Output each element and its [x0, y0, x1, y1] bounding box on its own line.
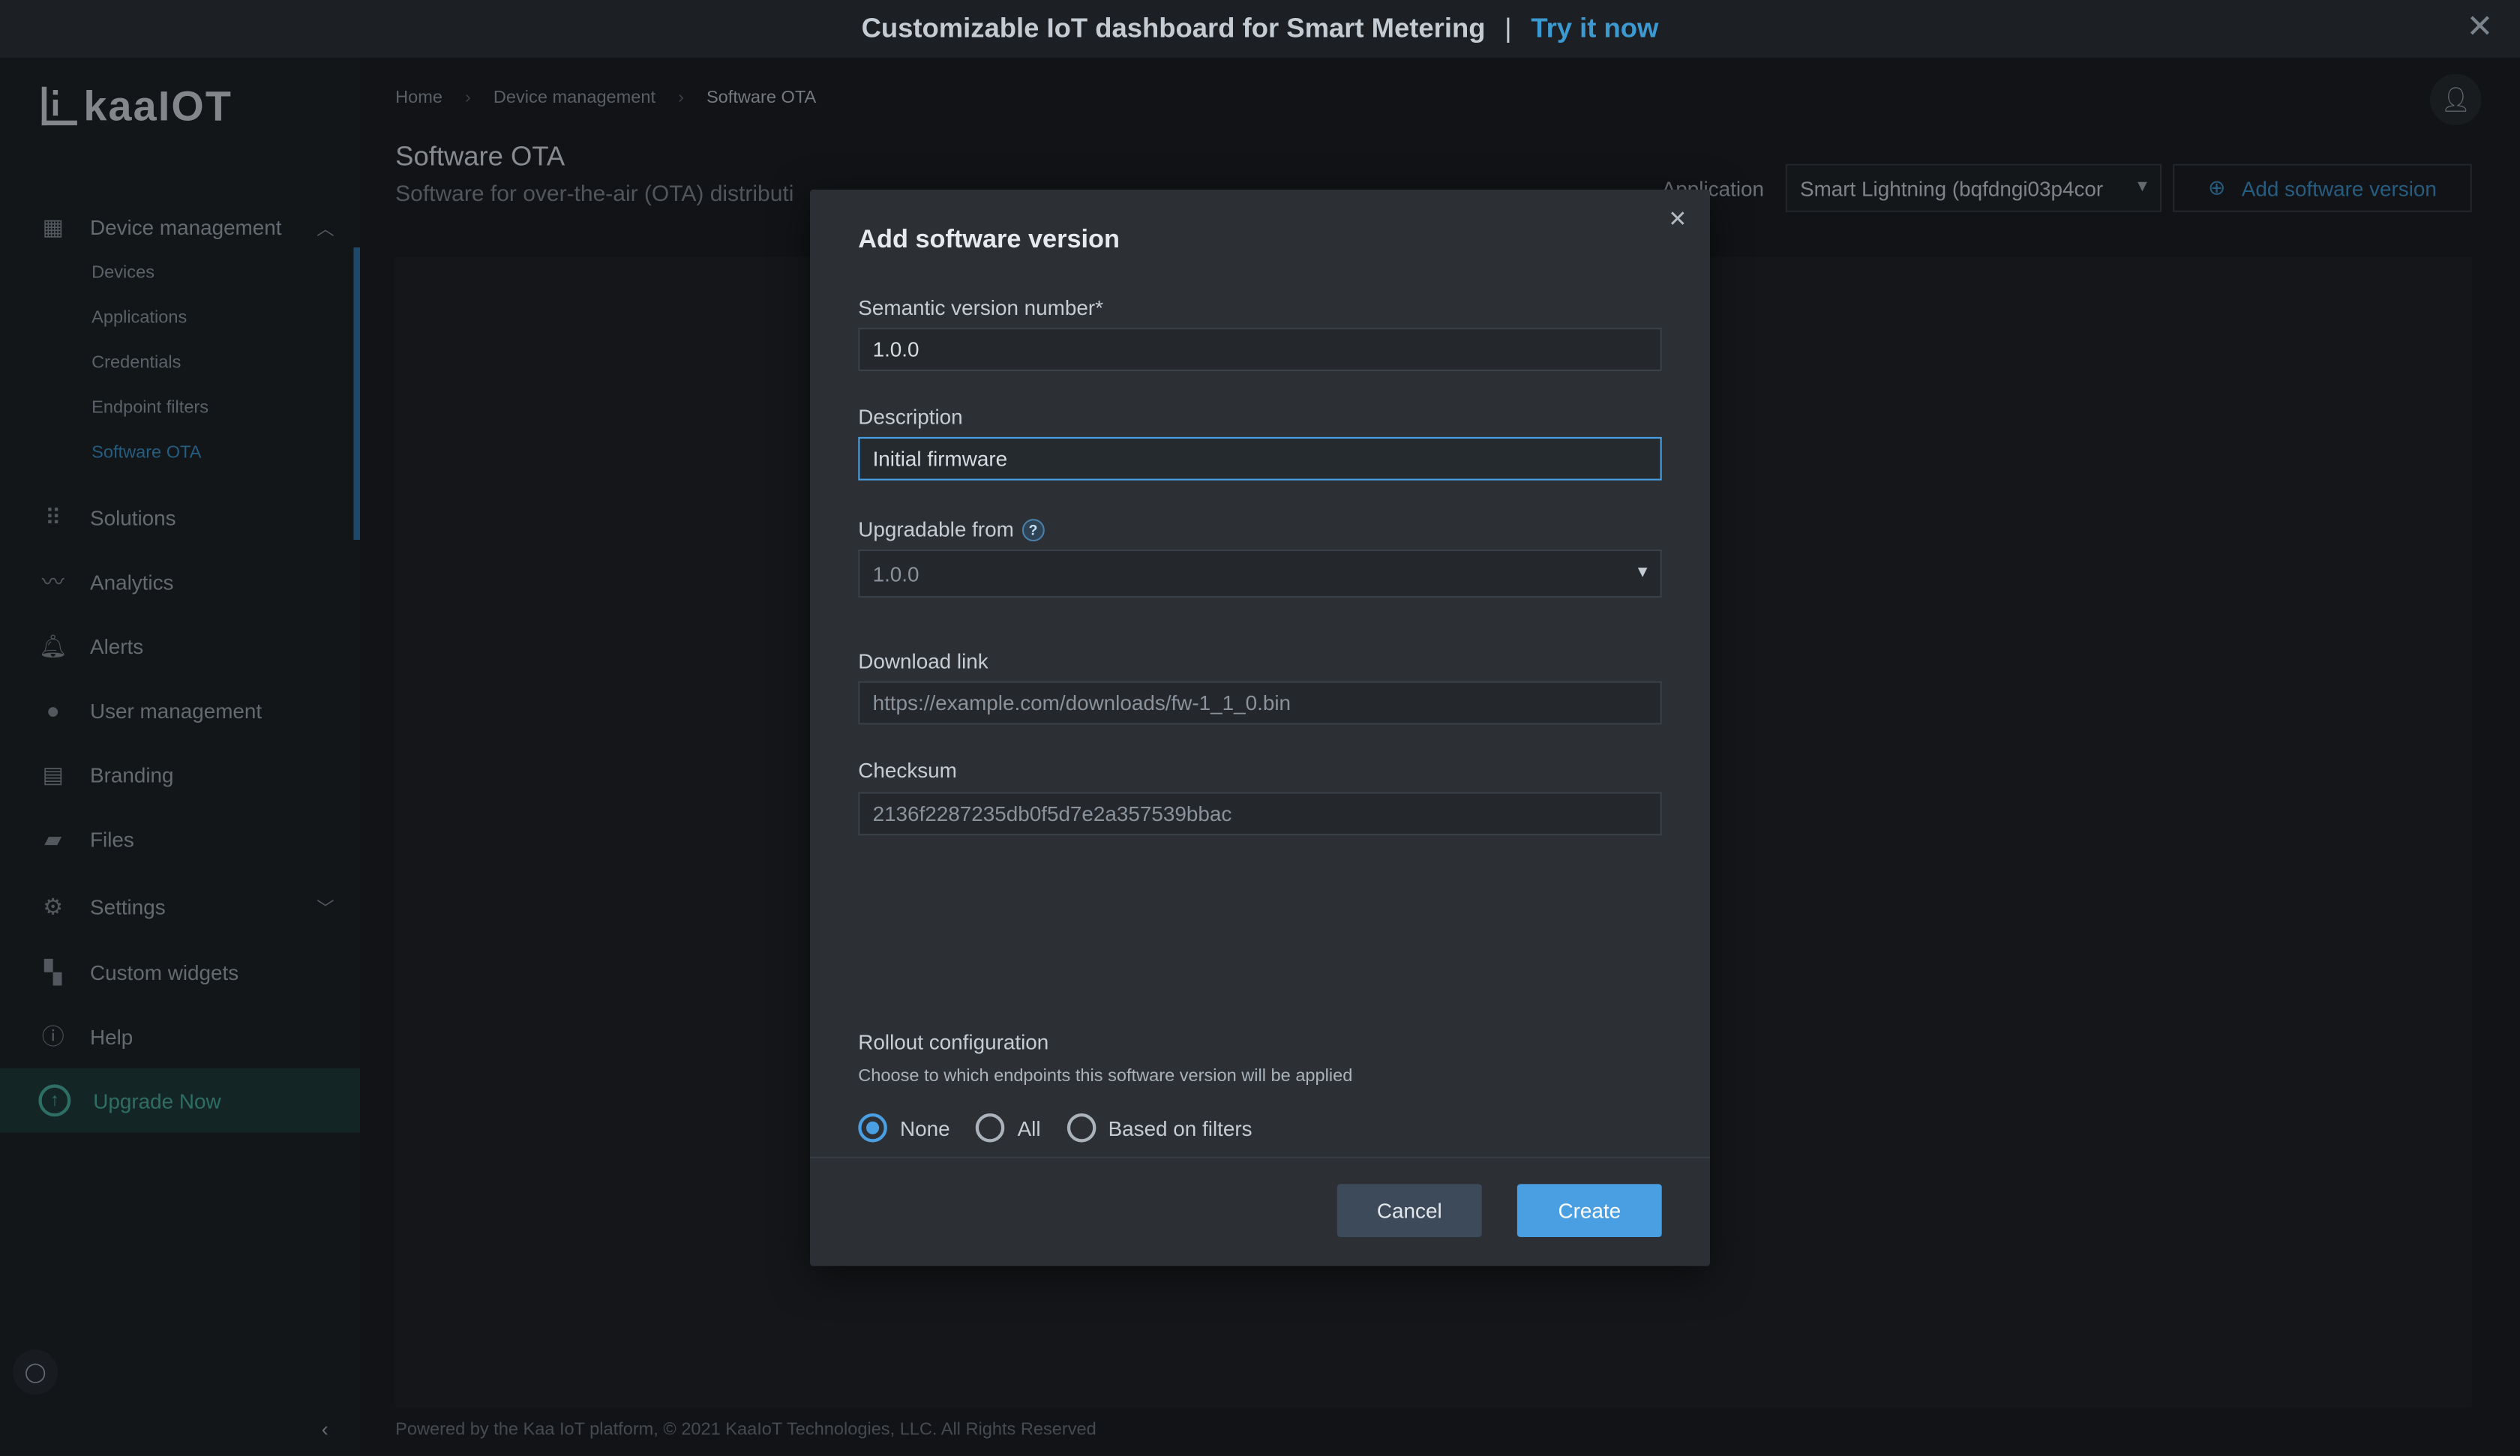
rollout-option-none[interactable]: None	[858, 1113, 950, 1143]
semantic-version-input[interactable]: 1.0.0	[858, 328, 1662, 371]
banner-separator: |	[1504, 13, 1512, 43]
cancel-button[interactable]: Cancel	[1336, 1184, 1482, 1237]
radio-unselected-icon[interactable]	[1066, 1113, 1096, 1143]
radio-selected-icon[interactable]	[858, 1113, 887, 1143]
dialog-title: Add software version	[858, 226, 1120, 254]
description-label: Description	[858, 405, 963, 430]
close-icon[interactable]: ✕	[2465, 11, 2494, 43]
add-software-version-dialog: Add software version ✕ Semantic version …	[810, 189, 1710, 1266]
rollout-radio-group: None All Based on filters	[858, 1113, 1278, 1143]
download-link-input[interactable]: https://example.com/downloads/fw-1_1_0.b…	[858, 681, 1662, 725]
rollout-option-based-on-filters[interactable]: Based on filters	[1066, 1113, 1252, 1143]
radio-unselected-icon[interactable]	[975, 1113, 1005, 1143]
promo-banner: Customizable IoT dashboard for Smart Met…	[0, 0, 2520, 58]
rollout-option-label: All	[1017, 1116, 1041, 1140]
checksum-label: Checksum	[858, 758, 957, 783]
rollout-configuration-title: Rollout configuration	[858, 1029, 1049, 1054]
download-link-label: Download link	[858, 649, 988, 673]
rollout-option-all[interactable]: All	[975, 1113, 1041, 1143]
help-icon[interactable]: ?	[1022, 519, 1045, 542]
upgradable-from-label: Upgradable from?	[858, 517, 1045, 542]
checksum-input[interactable]: 2136f2287235db0f5d7e2a357539bbac	[858, 792, 1662, 836]
dialog-footer-divider	[810, 1156, 1710, 1158]
rollout-option-label: Based on filters	[1108, 1116, 1252, 1140]
banner-text: Customizable IoT dashboard for Smart Met…	[861, 13, 1486, 43]
rollout-option-label: None	[900, 1116, 950, 1140]
upgradable-from-select[interactable]: 1.0.0 ▼	[858, 549, 1662, 598]
dropdown-caret-icon: ▼	[1634, 564, 1651, 582]
upgradable-from-value: 1.0.0	[872, 562, 920, 587]
upgradable-from-text: Upgradable from	[858, 517, 1014, 542]
create-button[interactable]: Create	[1516, 1184, 1662, 1237]
close-icon[interactable]: ✕	[1668, 205, 1687, 232]
semantic-version-label: Semantic version number*	[858, 295, 1104, 320]
rollout-configuration-subtitle: Choose to which endpoints this software …	[858, 1066, 1353, 1086]
try-it-now-link[interactable]: Try it now	[1531, 13, 1658, 45]
description-input[interactable]: Initial firmware	[858, 436, 1662, 481]
